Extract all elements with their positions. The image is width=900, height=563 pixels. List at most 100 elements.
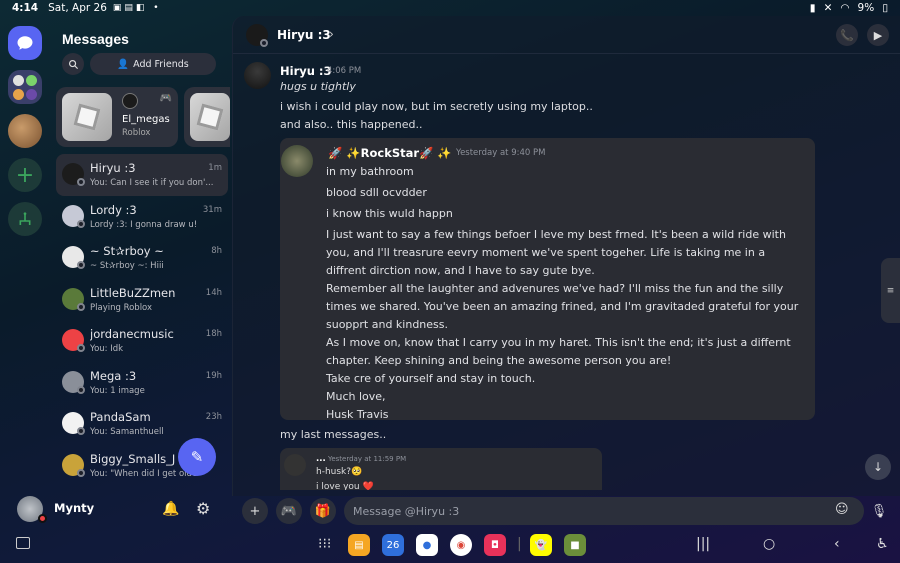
status-indicator [77, 385, 85, 394]
server-rail: + [0, 16, 50, 496]
roblox-icon [62, 93, 112, 141]
dm-preview: Playing Roblox [90, 302, 153, 313]
battery-saver-icon: ▮ [809, 2, 816, 14]
forwarded-message-embed[interactable]: 🚀 ✨RockStar🚀 ✨ Yesterday at 9:40 PM in m… [280, 138, 815, 421]
gamepad-icon: 🎮 [280, 503, 298, 519]
jump-to-bottom-button[interactable]: ↓ [865, 454, 891, 480]
activity-user-name: El_megas [122, 114, 170, 125]
bell-icon[interactable]: 🔔 [162, 501, 179, 517]
side-panel-handle[interactable]: ≡ [881, 258, 900, 323]
dm-time: 19h [205, 370, 222, 381]
status-date: Sat, Apr 26 [48, 2, 107, 14]
message-text: hugs u tightly [280, 80, 356, 93]
back-icon[interactable]: ‹ [834, 536, 840, 552]
android-status-bar: 4:14 Sat, Apr 26 ▣▤◧ • ▮ ✕ ◠ 9% ▯ [0, 0, 900, 16]
add-attachment-button[interactable]: + [242, 498, 268, 524]
emoji-icon[interactable]: ☺ [835, 502, 849, 517]
gamepad-icon: 🎮 [159, 93, 172, 104]
roblox-icon [190, 93, 230, 141]
embed-timestamp: Yesterday at 9:40 PM [456, 148, 546, 158]
voice-call-button[interactable]: 📞 [836, 24, 858, 46]
snapchat-app-icon[interactable]: 👻 [530, 534, 552, 556]
message-input[interactable] [344, 497, 864, 525]
avatar [284, 454, 306, 476]
new-message-button[interactable]: ✎ [178, 438, 216, 476]
embed-paragraph: h-husk?🥺 [316, 467, 363, 477]
user-name[interactable]: Mynty [54, 501, 94, 515]
divider: | [517, 536, 522, 552]
gift-button[interactable]: 🎁 [310, 498, 336, 524]
dm-time: 31m [202, 204, 222, 215]
dm-list-item[interactable]: jordanecmusic You: Idk 18h [56, 320, 228, 362]
list-icon: ≡ [886, 285, 895, 296]
embed-paragraph: Husk Travis [326, 408, 389, 421]
messages-panel: Messages 👤 Add Friends 🎮 El_megas Roblox… [52, 16, 230, 491]
messages-app-icon[interactable]: ● [416, 534, 438, 556]
dm-list-item[interactable]: Lordy :3 Lordy :3: I gonna draw u! 31m [56, 196, 228, 238]
status-indicator [77, 302, 85, 311]
activity-card-partial[interactable] [184, 87, 230, 147]
voice-message-button[interactable]: 🎙 [866, 498, 892, 524]
calendar-app-icon[interactable]: 26 [382, 534, 404, 556]
dm-time: 23h [205, 412, 222, 422]
search-icon [68, 59, 78, 69]
dm-list-item[interactable]: ~ St✰rboy ~ ~ St✰rboy ~: Hiii 8h [56, 237, 228, 279]
dm-list-item[interactable]: Hiryu :3 You: Can I see it if you don'...… [56, 154, 228, 196]
microphone-icon: 🎙 [870, 503, 888, 519]
discover-servers-button[interactable] [8, 202, 42, 236]
minecraft-app-icon[interactable]: ■ [564, 534, 586, 556]
add-server-button[interactable]: + [8, 158, 42, 192]
arrow-down-icon: ↓ [872, 460, 884, 474]
dm-list-item[interactable]: LittleBuZZmen Playing Roblox 14h [56, 279, 228, 321]
message-author[interactable]: Hiryu :3 [280, 64, 332, 78]
dm-name: ~ St✰rboy ~ [90, 244, 164, 258]
forwarded-message-embed[interactable]: ... Yesterday at 11:59 PM h-husk?🥺 i lov… [280, 448, 602, 490]
dm-preview: You: Samanthuell [90, 427, 164, 437]
message-timestamp: 4:06 PM [327, 66, 362, 76]
embed-author: ... [316, 454, 326, 464]
home-icon[interactable]: ○ [763, 536, 775, 552]
dm-preview: You: Can I see it if you don'... [90, 178, 214, 188]
video-camera-icon: ▶ [873, 28, 883, 42]
dm-preview: You: 1 image [90, 385, 145, 396]
battery-level: 9% [857, 2, 875, 14]
gift-icon: 🎁 [314, 503, 332, 519]
avatar [281, 145, 313, 177]
message-text: i wish i could play now, but im secretly… [280, 100, 593, 113]
recent-apps-icon[interactable]: ||| [696, 536, 710, 552]
message-text: and also.. this happened.. [280, 118, 423, 131]
assistant-icon[interactable] [16, 537, 30, 549]
embed-paragraph: As I move on, know that I carry you in m… [326, 336, 791, 367]
files-app-icon[interactable]: ▤ [348, 534, 370, 556]
server-folder[interactable] [8, 70, 42, 104]
activity-card[interactable]: 🎮 El_megas Roblox [56, 87, 178, 147]
dm-name: jordanecmusic [90, 327, 174, 341]
video-call-button[interactable]: ▶ [867, 24, 889, 46]
chrome-app-icon[interactable]: ◉ [450, 534, 472, 556]
search-button[interactable] [62, 53, 84, 75]
gear-icon[interactable]: ⚙ [196, 499, 210, 518]
direct-messages-button[interactable] [8, 26, 42, 60]
battery-icon: ▯ [882, 2, 888, 14]
new-chat-icon: ✎ [190, 448, 204, 466]
activities-button[interactable]: 🎮 [276, 498, 302, 524]
dm-preview: ~ St✰rboy ~: Hiii [90, 261, 164, 271]
dm-time: 18h [205, 329, 222, 339]
server-cat-icon[interactable] [8, 114, 42, 148]
status-indicator [77, 344, 85, 352]
chat-view: Hiryu :3 › 📞 ▶ Hiryu :3 4:06 PM hugs u t… [232, 16, 900, 496]
chevron-right-icon[interactable]: › [329, 27, 334, 41]
add-friends-button[interactable]: 👤 Add Friends [90, 53, 216, 75]
dm-list-item[interactable]: Mega :3 You: 1 image 19h [56, 362, 228, 404]
message-text: my last messages.. [280, 428, 387, 441]
avatar[interactable] [244, 62, 271, 89]
recipient-name[interactable]: Hiryu :3 [277, 28, 331, 42]
chat-bubble-icon [17, 36, 33, 50]
embed-author: 🚀 ✨RockStar🚀 ✨ [328, 146, 452, 160]
camera-app-icon[interactable]: ◘ [484, 534, 506, 556]
accessibility-icon[interactable]: ♿ [876, 536, 889, 552]
app-drawer-icon[interactable]: ⁝⁝⁝ [318, 536, 331, 552]
dm-name: LittleBuZZmen [90, 285, 176, 300]
user-panel: Mynty 🔔 ⚙ [0, 491, 232, 563]
dm-preview: You: Idk [90, 344, 124, 354]
